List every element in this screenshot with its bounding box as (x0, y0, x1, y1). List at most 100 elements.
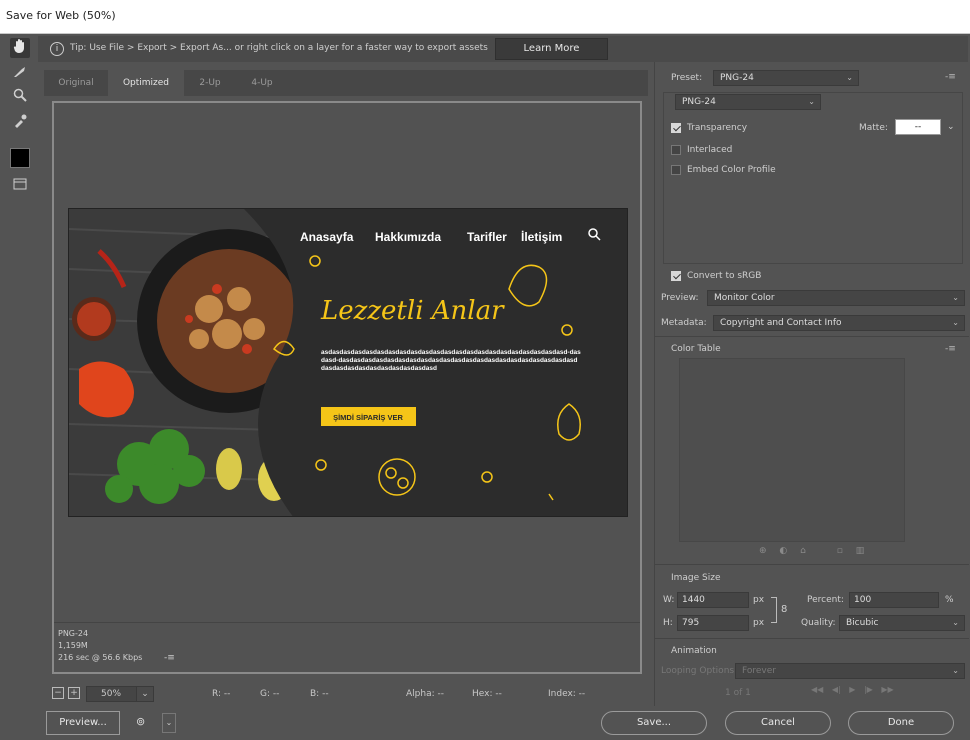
height-label: H: (663, 618, 673, 628)
tip-text: Tip: Use File > Export > Export As... or… (70, 43, 488, 53)
prev-frame-icon[interactable]: ◀| (832, 685, 841, 694)
looping-value: Forever (742, 666, 776, 676)
metadata-value: Copyright and Contact Info (720, 318, 842, 328)
quality-label: Quality: (801, 618, 836, 628)
cancel-button[interactable]: Cancel (725, 711, 831, 735)
zoom-icon[interactable] (10, 88, 30, 108)
info-menu-icon[interactable]: -≡ (164, 653, 175, 663)
color-swatch[interactable] (10, 148, 30, 168)
format-select[interactable]: PNG-24 ⌄ (675, 94, 821, 110)
preview-button[interactable]: Preview... (46, 711, 120, 735)
info-format: PNG-24 (58, 629, 89, 638)
percent-unit: % (945, 595, 954, 605)
hand-icon[interactable] (10, 38, 30, 58)
width-input[interactable]: 1440 (677, 592, 749, 608)
chevron-down-icon: ⌄ (952, 293, 959, 302)
width-unit: px (753, 595, 765, 605)
readout-alpha: Alpha: -- (406, 689, 444, 699)
transparency-label: Transparency (687, 123, 748, 133)
chevron-down-icon: ⌄ (952, 666, 959, 675)
width-label: W: (663, 595, 675, 605)
tab-4-up[interactable]: 4-Up (236, 70, 288, 96)
preview-color-label: Preview: (661, 293, 699, 303)
divider (655, 336, 969, 337)
view-tabs: Original Optimized 2-Up 4-Up (44, 70, 648, 96)
first-frame-icon[interactable]: ◀◀ (811, 685, 823, 694)
color-table-grid[interactable] (679, 358, 905, 542)
transparency-checkbox[interactable] (671, 123, 681, 133)
chain-link-icon[interactable]: 8 (781, 604, 787, 615)
chevron-down-icon[interactable]: ⌄ (947, 122, 955, 132)
image-size-title: Image Size (671, 573, 721, 583)
color-table-title: Color Table (671, 344, 721, 354)
bottom-bar: Preview... ⊚ ⌄ Save... Cancel Done (44, 711, 964, 739)
looping-select[interactable]: Forever ⌄ (735, 663, 965, 679)
shift-web-icon[interactable]: ◐ (779, 546, 787, 556)
animation-title: Animation (671, 646, 717, 656)
tab-original[interactable]: Original (44, 70, 108, 96)
color-table-actions: ⊕ ◐ ⌂ ▫ ▥ (759, 546, 864, 556)
height-unit: px (753, 618, 765, 628)
chevron-down-icon: ⌄ (846, 73, 853, 82)
preview-nav-contact: İletişim (521, 229, 562, 244)
preview-color-select[interactable]: Monitor Color ⌄ (707, 290, 965, 306)
chevron-down-icon: ⌄ (808, 97, 815, 106)
toggle-slices-icon[interactable] (10, 176, 30, 196)
preview-nav-about: Hakkımızda (375, 230, 441, 244)
metadata-select[interactable]: Copyright and Contact Info ⌄ (713, 315, 965, 331)
tab-optimized[interactable]: Optimized (108, 70, 184, 96)
preset-label: Preset: (671, 73, 703, 83)
toolbox (4, 36, 36, 206)
preview-color-value: Monitor Color (714, 293, 775, 303)
readout-hex: Hex: -- (472, 689, 502, 699)
eyedropper-icon[interactable] (10, 114, 30, 134)
preview-artwork: Anasayfa Hakkımızda Tarifler İletişim Le… (69, 209, 627, 516)
lock-color-icon[interactable]: ⌂ (800, 546, 806, 556)
matte-swatch[interactable]: -- (895, 119, 941, 135)
panel-menu-icon[interactable]: -≡ (945, 72, 956, 82)
color-table-menu-icon[interactable]: -≡ (945, 344, 956, 354)
preview-body-text: asdasdasdasdasdasdasdasdasdasdasdasdasda… (321, 349, 581, 372)
info-size: 1,159M (58, 641, 88, 650)
preset-value: PNG-24 (720, 73, 754, 83)
format-value: PNG-24 (682, 97, 716, 107)
preview-headline: Lezzetli Anlar (320, 296, 505, 326)
embed-profile-checkbox[interactable] (671, 165, 681, 175)
status-bar: − + 50% ⌄ R: -- G: -- B: -- Alpha: -- He… (44, 684, 648, 704)
divider (655, 638, 969, 639)
convert-srgb-checkbox[interactable] (671, 271, 681, 281)
interlaced-label: Interlaced (687, 145, 733, 155)
frame-counter: 1 of 1 (725, 688, 751, 698)
play-icon[interactable]: ▶ (849, 685, 855, 694)
tab-2-up[interactable]: 2-Up (184, 70, 236, 96)
preview-image[interactable]: Anasayfa Hakkımızda Tarifler İletişim Le… (68, 208, 628, 517)
info-time: 216 sec @ 56.6 Kbps (58, 653, 143, 662)
browser-icon[interactable]: ⊚ (136, 715, 156, 731)
done-button[interactable]: Done (848, 711, 954, 735)
next-frame-icon[interactable]: |▶ (864, 685, 873, 694)
new-color-icon[interactable]: ▫ (837, 546, 843, 556)
window-title: Save for Web (50%) (6, 9, 116, 22)
delete-color-icon[interactable]: ▥ (856, 546, 865, 556)
looping-label: Looping Options: (661, 666, 738, 676)
last-frame-icon[interactable]: ▶▶ (881, 685, 893, 694)
interlaced-checkbox[interactable] (671, 145, 681, 155)
preset-select[interactable]: PNG-24 ⌄ (713, 70, 859, 86)
learn-more-button[interactable]: Learn More (495, 38, 608, 60)
chevron-down-icon: ⌄ (952, 318, 959, 327)
chevron-down-icon[interactable]: ⌄ (162, 713, 176, 733)
convert-srgb-label: Convert to sRGB (687, 271, 762, 281)
chevron-down-icon[interactable]: ⌄ (136, 686, 154, 702)
settings-panel: Preset: PNG-24 ⌄ -≡ PNG-24 ⌄ Transparency … (654, 62, 969, 706)
slice-select-icon[interactable] (10, 64, 30, 84)
matte-label: Matte: (859, 123, 888, 133)
map-color-icon[interactable]: ⊕ (759, 546, 767, 556)
zoom-out-icon[interactable]: − (52, 687, 64, 699)
metadata-label: Metadata: (661, 318, 707, 328)
height-input[interactable]: 795 (677, 615, 749, 631)
zoom-in-icon[interactable]: + (68, 687, 80, 699)
percent-input[interactable]: 100 (849, 592, 939, 608)
animation-controls: ◀◀ ◀| ▶ |▶ ▶▶ (811, 685, 894, 694)
save-button[interactable]: Save... (601, 711, 707, 735)
quality-select[interactable]: Bicubic ⌄ (839, 615, 965, 631)
